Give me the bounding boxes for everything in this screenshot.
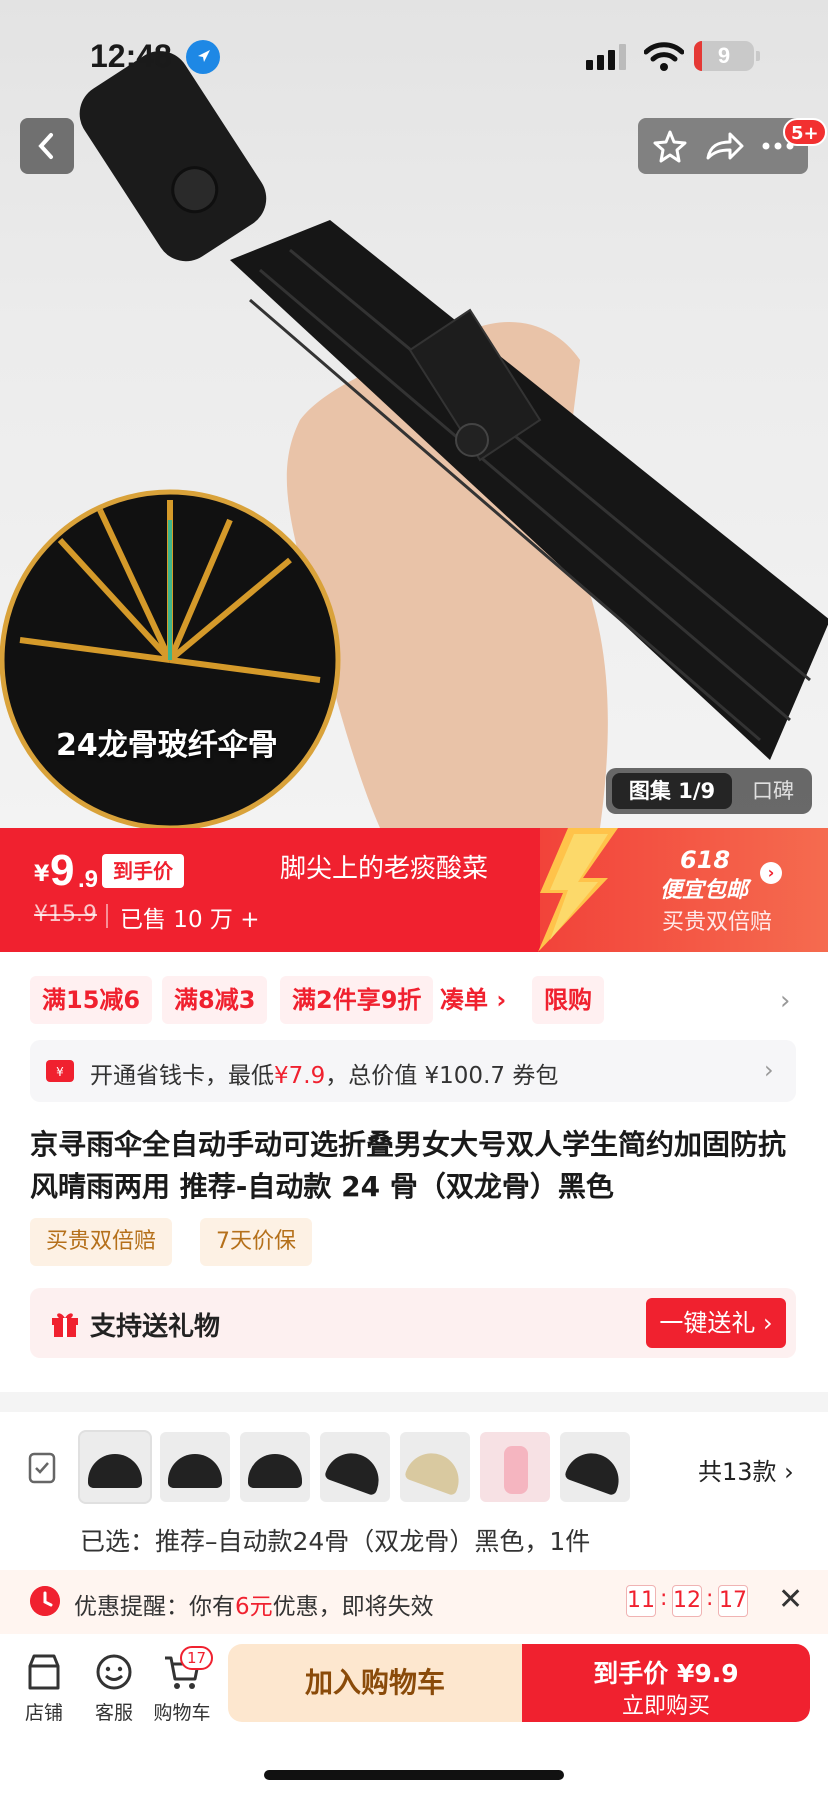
variant-thumb[interactable] [240,1432,310,1502]
coupon-icon: ¥ [46,1060,74,1082]
section-divider [0,1392,828,1412]
countdown-colon: : [706,1586,714,1611]
tab-reviews[interactable]: 口碑 [740,773,806,809]
buy-now-label: 立即购买 [621,1694,710,1719]
location-icon [186,40,220,74]
battery-icon: 9 [694,41,760,71]
selected-variant[interactable]: 已选：推荐–自动款24骨（双龙骨）黑色，1件 [80,1522,590,1558]
promo-free-shipping: 便宜包邮 [660,878,749,903]
close-icon[interactable]: ✕ [778,1582,803,1617]
variant-count[interactable]: 共13款 › [698,1452,794,1487]
star-icon[interactable] [653,130,687,163]
variant-thumb[interactable] [320,1432,390,1502]
lightning-icon [538,828,618,952]
reminder-text: 优惠提醒：你有6元优惠，即将失效 [74,1594,434,1620]
chevron-left-icon [38,133,53,159]
variant-thumb[interactable] [160,1432,230,1502]
buy-now-price: 到手价 ¥9.9 [593,1659,739,1688]
service-tag[interactable]: 7天价保 [200,1218,312,1266]
product-title: 京寻雨伞全自动手动可选折叠男女大号双人学生简约加固防抗风晴雨两用 推荐-自动款 … [30,1128,787,1203]
price-integer: 9 [50,846,75,895]
wifi-icon [643,40,685,72]
chevron-right-icon[interactable]: › [780,986,790,1016]
sold-count: 已售 10 万 + [120,907,260,933]
final-price-tag: 到手价 [102,854,184,888]
share-icon[interactable] [706,132,744,160]
top-actions [638,118,808,174]
purchase-limit: 限购 [532,976,604,1024]
original-price: ¥15.9 [34,902,97,927]
clock-icon [30,1586,60,1616]
divider [106,904,108,928]
product-page: 24龙骨玻纤伞骨 12:48 9 5+ 图集 1/9 口碑 ¥ 9 .9 到手价… [0,0,828,1795]
variant-thumb[interactable] [560,1432,630,1502]
chevron-right-icon[interactable]: › [760,862,782,884]
promo-guarantee: 买贵双倍赔 [662,910,773,935]
customer-service-icon[interactable] [94,1652,134,1692]
variant-thumb[interactable] [80,1432,150,1502]
store-label[interactable]: 店铺 [4,1698,84,1725]
variant-thumb[interactable] [400,1432,470,1502]
back-button[interactable] [20,118,74,174]
price-currency: ¥ [34,862,50,887]
cart-count-badge: 17 [180,1646,214,1670]
store-icon[interactable] [24,1652,64,1692]
save-card-text: 开通省钱卡，最低¥7.9，总价值 ¥100.7 券包 [90,1063,559,1089]
add-to-cart-button[interactable]: 加入购物车 [228,1644,522,1722]
coupon-1[interactable]: 满15减6 [30,976,153,1024]
shop-name[interactable]: 脚尖上的老痰酸菜 [280,848,488,885]
chevron-right-icon: › [764,1056,774,1084]
gift-label: 支持送礼物 [90,1312,221,1342]
countdown-minutes: 12 [672,1585,702,1617]
coupon-collect[interactable]: 凑单 › [430,976,518,1024]
coupon-2[interactable]: 满8减3 [162,976,268,1024]
promo-618: 618 [680,846,731,874]
service-tag[interactable]: 买贵双倍赔 [30,1218,173,1266]
send-gift-button[interactable]: 一键送礼 › [646,1298,786,1348]
status-time: 12:48 [90,38,172,74]
variant-count-label: 共13款 [698,1458,777,1486]
countdown-seconds: 17 [718,1585,748,1617]
image-overlay-text: 24龙骨玻纤伞骨 [56,728,278,763]
variant-thumb[interactable] [480,1432,550,1502]
gift-icon [52,1313,78,1337]
home-indicator [264,1770,564,1780]
coupon-3[interactable]: 满2件享9折 [280,976,434,1024]
price-decimal: .9 [78,866,99,893]
countdown-hours: 11 [626,1585,656,1617]
buy-now-button[interactable]: 到手价 ¥9.9 立即购买 [522,1644,810,1722]
signal-icon [586,44,628,70]
spec-icon [28,1452,56,1484]
send-gift-label: 一键送礼 [659,1309,756,1337]
svg-text:¥: ¥ [56,1065,64,1079]
cart-label[interactable]: 购物车 [142,1698,222,1725]
countdown-colon: : [660,1586,668,1611]
tab-gallery[interactable]: 图集 1/9 [612,773,732,809]
notification-badge: 5+ [783,118,827,146]
